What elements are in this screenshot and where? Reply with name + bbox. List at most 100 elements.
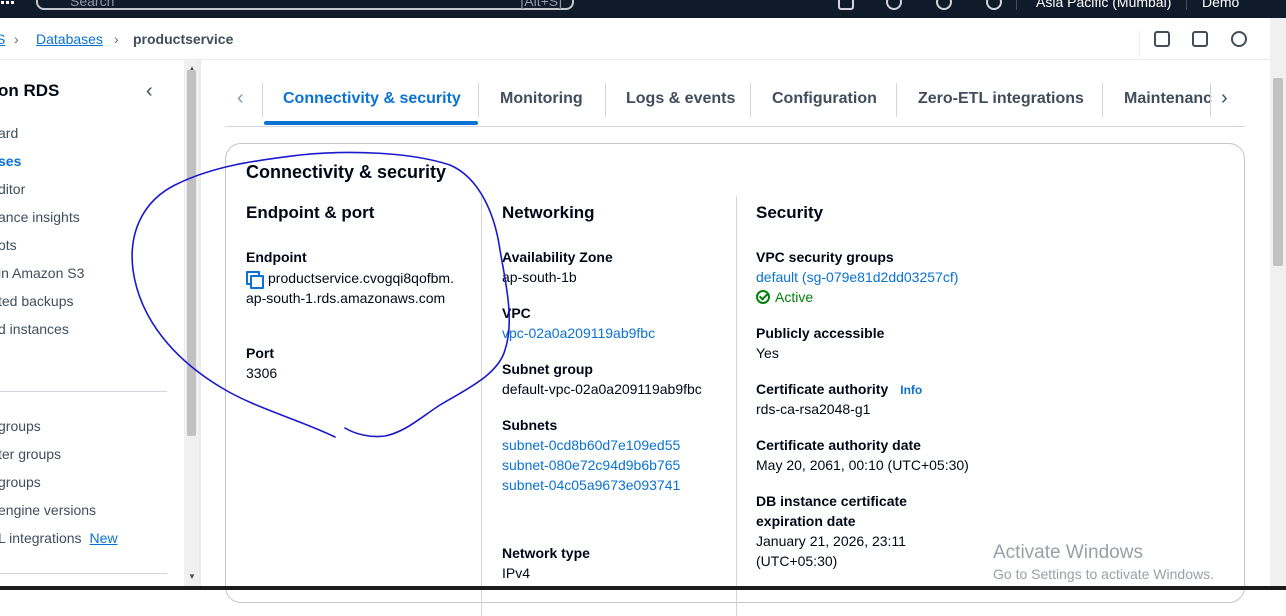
tab-bar: ‹ Connectivity & security Monitoring Log… <box>225 77 1245 127</box>
cert-expiration-value: January 21, 2026, 23:11 <box>756 533 906 549</box>
connectivity-security-panel: Connectivity & security Endpoint & port … <box>225 143 1245 616</box>
breadcrumb-rds-link[interactable]: S <box>0 31 5 47</box>
apps-grid-icon[interactable] <box>0 0 14 8</box>
certificate-authority-date-label: Certificate authority date <box>756 437 921 453</box>
search-input[interactable]: Search [Alt+S] <box>36 0 574 10</box>
sidebar-item-parameter-groups[interactable]: ter groups <box>0 446 61 462</box>
scroll-down-arrow-icon[interactable]: ▼ <box>188 572 196 581</box>
tab-divider <box>605 83 606 117</box>
info-link[interactable]: Info <box>900 383 922 397</box>
sidebar-item-dashboard[interactable]: ard <box>0 125 18 141</box>
topbar-divider <box>1186 0 1187 10</box>
sidebar-item-query-editor[interactable]: ditor <box>0 181 25 197</box>
tab-divider <box>1102 83 1103 117</box>
cert-expiration-value: (UTC+05:30) <box>756 553 838 569</box>
sidebar-divider <box>0 573 167 574</box>
network-type-value: IPv4 <box>502 565 531 581</box>
search-placeholder: Search <box>70 0 115 9</box>
sidebar-item-reserved-instances[interactable]: d instances <box>0 321 69 337</box>
toolbar-divider <box>1139 31 1140 57</box>
port-label: Port <box>246 345 274 361</box>
networking-heading: Networking <box>502 203 595 222</box>
availability-zone-label: Availability Zone <box>502 249 613 265</box>
top-nav-bar: Search [Alt+S] Asia Pacific (Mumbai) Dem… <box>0 0 1286 18</box>
endpoint-text: productservice.cvogqi8qofbm.ap-south-1.r… <box>246 270 454 306</box>
notifications-icon[interactable] <box>886 0 902 10</box>
port-value: 3306 <box>246 365 278 381</box>
feedback-icon[interactable] <box>1154 31 1170 47</box>
account-menu[interactable]: Demo <box>1202 0 1239 10</box>
sidebar-item-automated-backups[interactable]: ted backups <box>0 293 74 309</box>
tab-monitoring[interactable]: Monitoring <box>500 90 583 108</box>
sidebar: on RDS ‹ ard ses ditor ance insights ots… <box>0 60 184 590</box>
sidebar-divider <box>0 391 167 392</box>
breadcrumb: S › Databases › productservice <box>0 18 1270 60</box>
sidebar-item-option-groups[interactable]: groups <box>0 474 41 490</box>
sidebar-item-exports-s3[interactable]: in Amazon S3 <box>0 265 84 281</box>
windows-activation-watermark: Activate Windows Go to Settings to activ… <box>993 542 1214 582</box>
cloudshell-icon[interactable] <box>838 0 854 10</box>
page-scrollbar[interactable] <box>1270 18 1286 590</box>
tab-logs-events[interactable]: Logs & events <box>626 90 735 108</box>
help-panel-icon[interactable] <box>1231 31 1247 47</box>
sidebar-item-subnet-groups[interactable]: groups <box>0 418 41 434</box>
subnet-link[interactable]: subnet-04c05a9673e093741 <box>502 477 680 493</box>
sidebar-item-zero-etl-integrations[interactable]: L integrations New <box>0 530 118 546</box>
network-type-label: Network type <box>502 545 590 561</box>
subnets-label: Subnets <box>502 417 558 433</box>
tab-divider <box>262 83 263 117</box>
settings-gear-icon[interactable] <box>986 0 1002 10</box>
status-text: Active <box>775 289 814 305</box>
subnet-group-value: default-vpc-02a0a209119ab9fbc <box>502 381 702 397</box>
new-badge[interactable]: New <box>90 530 118 546</box>
certificate-authority-date-value: May 20, 2061, 00:10 (UTC+05:30) <box>756 457 969 473</box>
endpoint-port-heading: Endpoint & port <box>246 203 375 222</box>
security-group-link[interactable]: default (sg-079e81d2dd03257cf) <box>756 269 958 285</box>
scrollbar-thumb[interactable] <box>187 70 196 436</box>
subnet-group-label: Subnet group <box>502 361 593 377</box>
tabs-scroll-right-icon[interactable]: › <box>1221 87 1228 110</box>
topbar-divider <box>1016 0 1017 10</box>
subnet-link[interactable]: subnet-080e72c94d9b6b765 <box>502 457 680 473</box>
tab-divider <box>478 83 479 117</box>
security-heading: Security <box>756 203 824 222</box>
notes-icon[interactable] <box>1192 31 1208 47</box>
watermark-title: Activate Windows <box>993 542 1143 563</box>
copy-icon[interactable] <box>246 271 264 289</box>
cert-expiration-label: expiration date <box>756 513 856 529</box>
sidebar-item-databases[interactable]: ses <box>0 153 21 169</box>
active-tab-indicator <box>264 121 478 125</box>
sidebar-item-custom-engine-versions[interactable]: engine versions <box>0 502 96 518</box>
scrollbar-thumb[interactable] <box>1273 78 1283 266</box>
tab-divider <box>750 83 751 117</box>
column-divider <box>736 196 737 616</box>
endpoint-label: Endpoint <box>246 249 307 265</box>
check-circle-icon <box>756 290 770 304</box>
watermark-subtitle: Go to Settings to activate Windows. <box>993 566 1214 582</box>
sidebar-scrollbar[interactable]: ▲ ▼ <box>184 60 199 590</box>
endpoint-value: productservice.cvogqi8qofbm.ap-south-1.r… <box>246 268 456 308</box>
certificate-authority-label: Certificate authority Info <box>756 381 922 397</box>
collapse-sidebar-icon[interactable]: ‹ <box>146 80 153 103</box>
chevron-right-icon: › <box>114 31 119 47</box>
sidebar-border <box>199 60 201 590</box>
security-groups-label: VPC security groups <box>756 249 894 265</box>
region-selector[interactable]: Asia Pacific (Mumbai) <box>1036 0 1171 10</box>
certificate-authority-text: Certificate authority <box>756 381 889 397</box>
vpc-link[interactable]: vpc-02a0a209119ab9fbc <box>502 325 655 341</box>
sidebar-item-performance-insights[interactable]: ance insights <box>0 209 80 225</box>
subnet-link[interactable]: subnet-0cd8b60d7e109ed55 <box>502 437 680 453</box>
tabs-scroll-left-icon[interactable]: ‹ <box>237 87 244 110</box>
column-divider <box>481 196 482 616</box>
vpc-label: VPC <box>502 305 531 321</box>
tab-zero-etl-integrations[interactable]: Zero-ETL integrations <box>918 90 1084 108</box>
panel-title: Connectivity & security <box>246 162 447 182</box>
tab-configuration[interactable]: Configuration <box>772 90 877 108</box>
sidebar-item-snapshots[interactable]: ots <box>0 237 17 253</box>
breadcrumb-databases-link[interactable]: Databases <box>36 31 103 47</box>
tab-maintenance[interactable]: Maintenanc <box>1124 90 1212 108</box>
help-icon[interactable] <box>936 0 952 10</box>
tab-divider <box>1210 83 1211 117</box>
publicly-accessible-label: Publicly accessible <box>756 325 885 341</box>
tab-connectivity-security[interactable]: Connectivity & security <box>283 90 461 108</box>
